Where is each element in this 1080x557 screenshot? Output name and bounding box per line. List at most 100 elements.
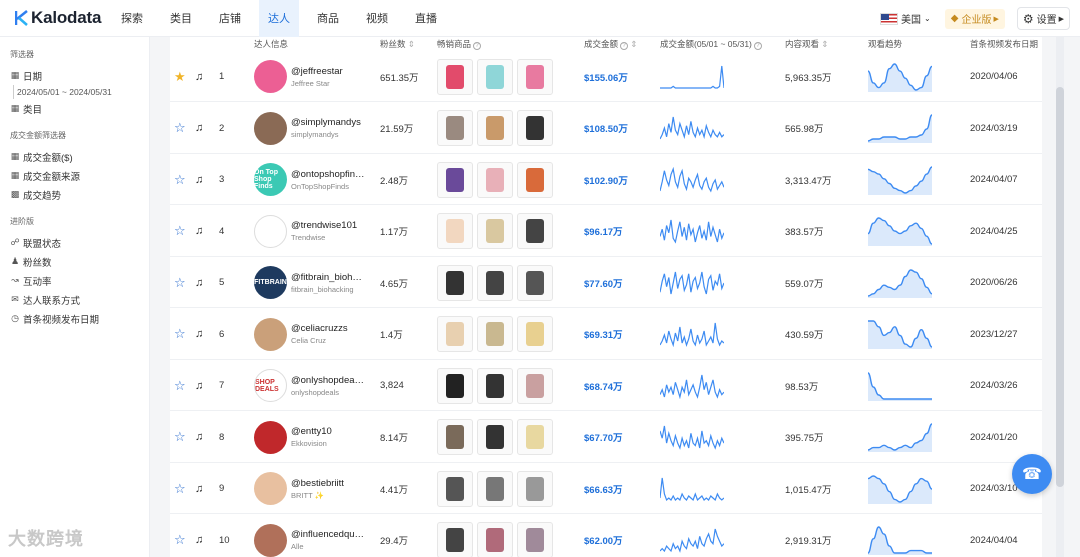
favorite-star-icon[interactable]: ☆ [174, 309, 186, 360]
influencer-handle[interactable]: @entty10 [291, 425, 332, 438]
favorite-star-icon[interactable]: ☆ [174, 360, 186, 411]
favorite-star-icon[interactable]: ★ [174, 51, 186, 102]
nav-item[interactable]: 视频 [357, 0, 397, 37]
product-thumbnail[interactable] [477, 470, 513, 507]
table-row[interactable]: ☆ ♫ 5 FITBRAIN @fitbrain_bioh… fitbrain_bioha… [170, 257, 1042, 308]
influencer-handle[interactable]: @ontopshopfin… [291, 168, 365, 181]
product-thumbnail[interactable] [477, 110, 513, 146]
influencer-handle[interactable]: @jeffreestar [291, 65, 343, 78]
category-filter[interactable]: ▦ 类目 [0, 99, 149, 118]
product-thumbnail[interactable] [437, 522, 473, 557]
sidebar-advanced-filter-item[interactable]: ◷ 首条视频发布日期 [0, 309, 149, 328]
avatar[interactable] [254, 412, 287, 463]
product-thumbnail[interactable] [477, 58, 513, 95]
help-icon[interactable]: ? [620, 42, 629, 50]
product-thumbnail[interactable] [517, 58, 553, 95]
support-chat-button[interactable]: ☎ [1012, 454, 1052, 494]
influencer-handle[interactable]: @trendwise101 [291, 219, 357, 232]
product-thumbnail[interactable] [517, 522, 553, 557]
product-thumbnail[interactable] [517, 470, 553, 507]
header-gmv[interactable]: 成交金额? ⇕ [584, 38, 638, 50]
avatar[interactable] [254, 463, 287, 514]
product-thumbnail[interactable] [477, 213, 513, 249]
product-thumbnail[interactable] [437, 470, 473, 507]
product-thumbnail[interactable] [437, 367, 473, 404]
product-thumbnail[interactable] [517, 316, 553, 352]
favorite-star-icon[interactable]: ☆ [174, 206, 186, 257]
header-fans[interactable]: 粉丝数 ⇕ [380, 38, 415, 50]
sidebar-advanced-filter-item[interactable]: ↝ 互动率 [0, 271, 149, 290]
avatar[interactable]: SHOP DEALS [254, 360, 287, 411]
influencer-info[interactable]: @celiacruzzs Celia Cruz [291, 309, 348, 360]
scrollbar[interactable] [1056, 37, 1064, 557]
product-thumbnail[interactable] [437, 110, 473, 146]
influencer-handle[interactable]: @celiacruzzs [291, 322, 348, 335]
product-thumbnail[interactable] [477, 522, 513, 557]
product-thumbnail[interactable] [437, 161, 473, 198]
table-row[interactable]: ☆ ♫ 2 @simplymandys simplymandys 21.59万 $108.5… [170, 103, 1042, 154]
table-row[interactable]: ☆ ♫ 9 @bestiebriitt BRITT ✨ 4.41万 $66.63万 1,015… [170, 463, 1042, 514]
influencer-info[interactable]: @jeffreestar Jeffree Star [291, 51, 343, 102]
table-row[interactable]: ★ ♫ 1 @jeffreestar Jeffree Star 651.35万 $155.0… [170, 51, 1042, 102]
favorite-star-icon[interactable]: ☆ [174, 257, 186, 308]
influencer-handle[interactable]: @fitbrain_bioh… [291, 271, 362, 284]
sidebar-advanced-filter-item[interactable]: ✉ 达人联系方式 [0, 290, 149, 309]
influencer-info[interactable]: @influencedqu… Alle [291, 515, 364, 557]
nav-item[interactable]: 类目 [161, 0, 201, 37]
product-thumbnail[interactable] [437, 316, 473, 352]
influencer-info[interactable]: @trendwise101 Trendwise [291, 206, 357, 257]
product-thumbnail[interactable] [477, 264, 513, 301]
avatar[interactable] [254, 309, 287, 360]
favorite-star-icon[interactable]: ☆ [174, 103, 186, 154]
product-thumbnail[interactable] [477, 316, 513, 352]
influencer-handle[interactable]: @onlyshopdea… [291, 374, 364, 387]
scrollbar-thumb[interactable] [1056, 87, 1064, 487]
favorite-star-icon[interactable]: ☆ [174, 463, 186, 514]
product-thumbnail[interactable] [437, 213, 473, 249]
influencer-handle[interactable]: @bestiebriitt [291, 477, 344, 490]
influencer-info[interactable]: @entty10 Ekkovision [291, 412, 332, 463]
influencer-handle[interactable]: @simplymandys [291, 116, 361, 129]
favorite-star-icon[interactable]: ☆ [174, 154, 186, 205]
avatar[interactable]: FITBRAIN [254, 257, 287, 308]
avatar[interactable] [254, 51, 287, 102]
product-thumbnail[interactable] [517, 213, 553, 249]
product-thumbnail[interactable] [437, 419, 473, 455]
sidebar-gmv-filter-item[interactable]: ▦ 成交金额($) [0, 147, 149, 166]
product-thumbnail[interactable] [517, 419, 553, 455]
settings-button[interactable]: ⚙ 设置 ▶ [1016, 7, 1070, 30]
influencer-info[interactable]: @bestiebriitt BRITT ✨ [291, 463, 344, 514]
help-icon[interactable]: ? [473, 42, 482, 50]
table-row[interactable]: ☆ ♫ 8 @entty10 Ekkovision 8.14万 $67.70万 395.75万… [170, 412, 1042, 463]
product-thumbnail[interactable] [477, 367, 513, 404]
nav-item[interactable]: 达人 [259, 0, 299, 37]
header-first-video-date[interactable]: 首条视频发布日期 [970, 38, 1038, 50]
enterprise-badge[interactable]: ◆ 企业版 ▶ [944, 8, 1005, 29]
date-range-value[interactable]: 2024/05/01 ~ 2024/05/31 [13, 85, 149, 99]
favorite-star-icon[interactable]: ☆ [174, 515, 186, 557]
product-thumbnail[interactable] [437, 264, 473, 301]
influencer-info[interactable]: @simplymandys simplymandys [291, 103, 361, 154]
avatar[interactable] [254, 103, 287, 154]
nav-item[interactable]: 店铺 [210, 0, 250, 37]
nav-item[interactable]: 探索 [112, 0, 152, 37]
influencer-info[interactable]: @onlyshopdea… onlyshopdeals [291, 360, 364, 411]
table-row[interactable]: ☆ ♫ 6 @celiacruzzs Celia Cruz 1.4万 $69.31万 430.… [170, 309, 1042, 360]
avatar[interactable]: On Top Shop Finds [254, 154, 287, 205]
product-thumbnail[interactable] [517, 110, 553, 146]
table-row[interactable]: ☆ ♫ 4 @trendwise101 Trendwise 1.17万 $96.17万 383… [170, 206, 1042, 257]
influencer-info[interactable]: @fitbrain_bioh… fitbrain_biohacking [291, 257, 362, 308]
product-thumbnail[interactable] [517, 264, 553, 301]
sidebar-gmv-filter-item[interactable]: ▩ 成交趋势 [0, 185, 149, 204]
nav-item[interactable]: 商品 [308, 0, 348, 37]
table-row[interactable]: ☆ ♫ 7 SHOP DEALS @onlyshopdea… onlyshopdeals 3… [170, 360, 1042, 411]
product-thumbnail[interactable] [477, 419, 513, 455]
sidebar-gmv-filter-item[interactable]: ▦ 成交金额来源 [0, 166, 149, 185]
nav-item[interactable]: 直播 [406, 0, 446, 37]
date-filter[interactable]: ▦ 日期 [0, 66, 149, 85]
avatar[interactable] [254, 206, 287, 257]
header-views[interactable]: 内容观看 ⇕ [785, 38, 829, 50]
favorite-star-icon[interactable]: ☆ [174, 412, 186, 463]
product-thumbnail[interactable] [517, 367, 553, 404]
country-selector[interactable]: 美国 ⌄ [880, 11, 931, 26]
